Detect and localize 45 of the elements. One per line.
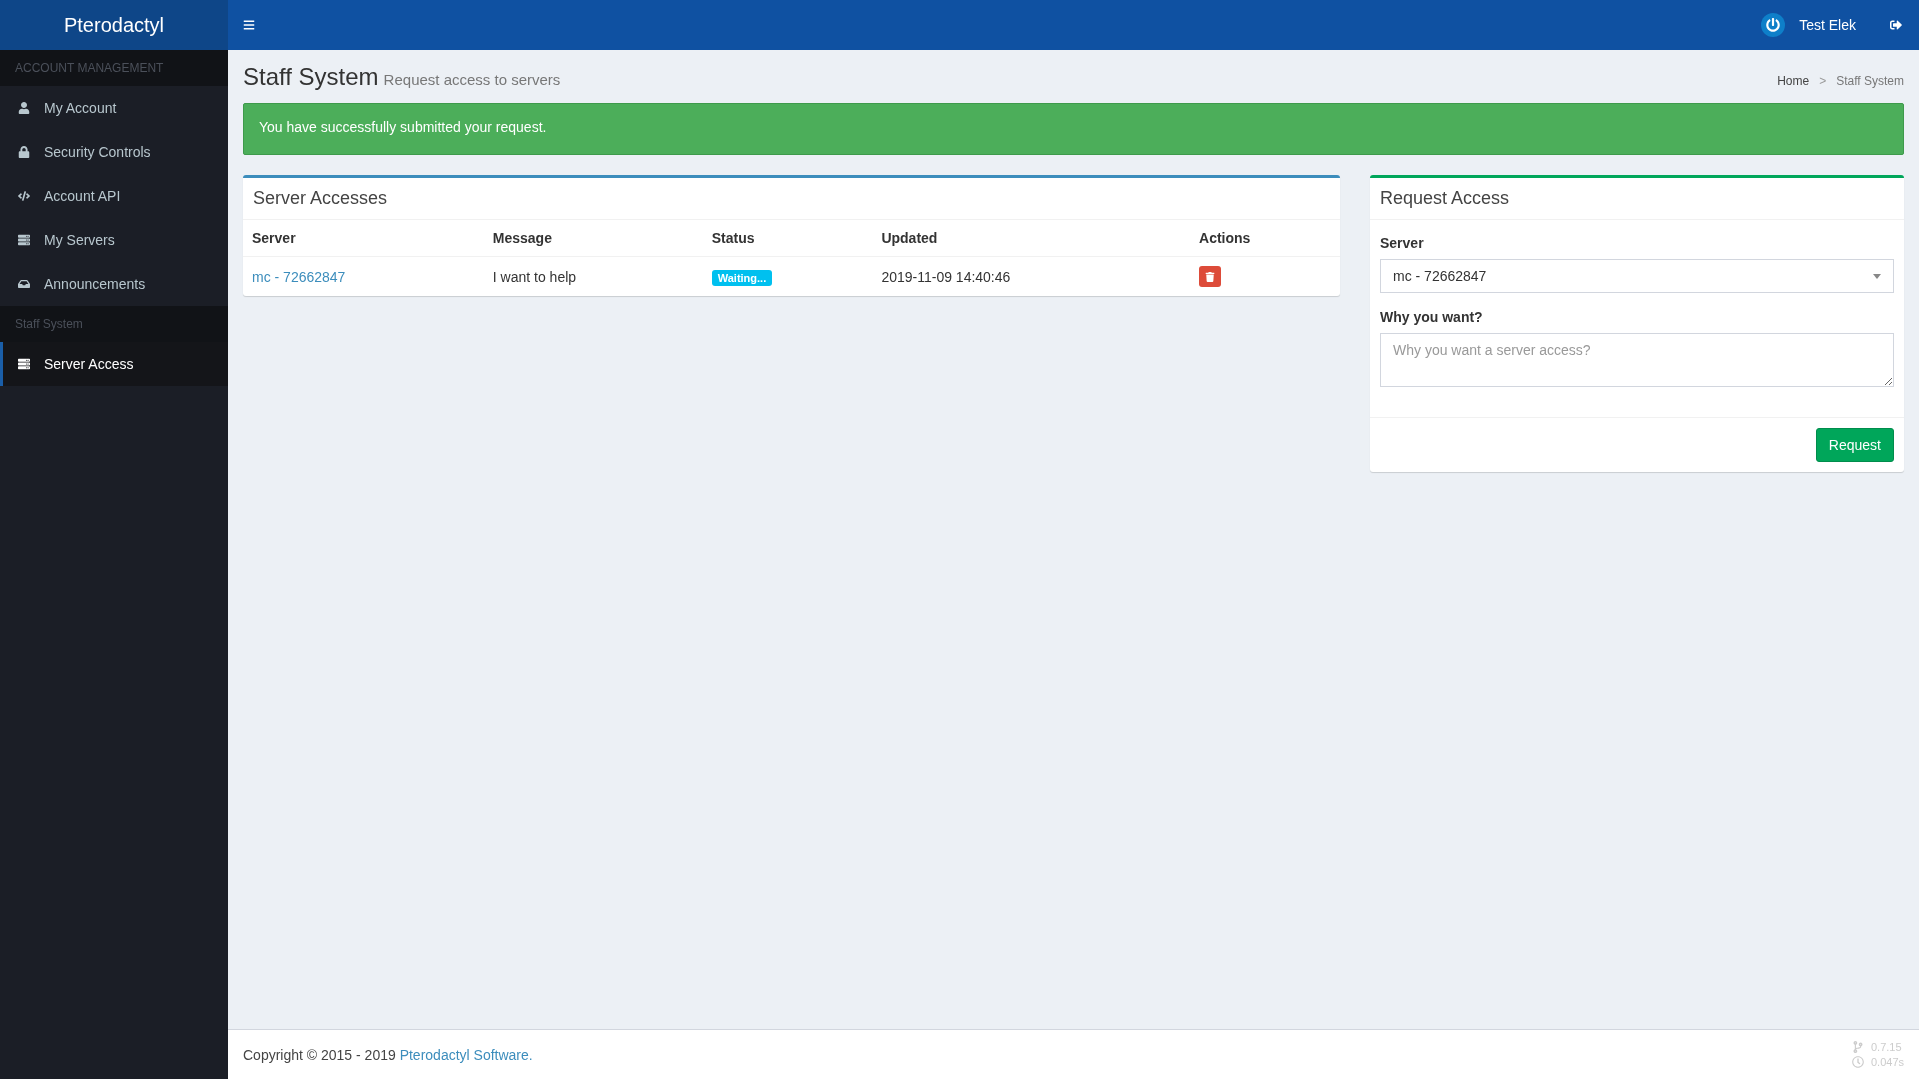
sidebar-item[interactable]: My Account	[0, 86, 228, 130]
power-icon	[1761, 13, 1786, 37]
breadcrumb-separator: >	[1819, 74, 1827, 88]
trash-icon	[1205, 271, 1216, 282]
inbox-icon	[18, 278, 32, 290]
table-cell: 2019-11-09 14:40:46	[872, 256, 1191, 296]
column-header: Message	[483, 220, 703, 257]
server-link[interactable]: mc - 72662847	[252, 268, 346, 285]
code-icon	[18, 190, 32, 202]
breadcrumb-link[interactable]: Home	[1777, 74, 1810, 88]
column-header: Status	[702, 220, 873, 257]
server-icon	[18, 234, 32, 246]
sidebar-item[interactable]: Security Controls	[0, 130, 228, 174]
breadcrumb-link[interactable]: Staff System	[1836, 74, 1904, 88]
server-icon	[18, 358, 32, 370]
reason-field[interactable]: Why you want a server access?	[1380, 333, 1894, 387]
column-header: Updated	[872, 220, 1191, 257]
sidebar-item[interactable]: Account API	[0, 174, 228, 218]
panel-title: Request Access	[1370, 178, 1904, 220]
field-label: Why you want?	[1380, 309, 1484, 325]
server-select[interactable]: mc - 72662847	[1380, 259, 1894, 293]
field-label: Server	[1380, 235, 1425, 251]
copyright-text: Copyright © 2015 - 2019 Pterodactyl Software.	[243, 1046, 533, 1063]
panel-title: Server Accesses	[243, 178, 1340, 220]
sidebar-item[interactable]: Server Access	[0, 342, 228, 386]
clock-icon	[1851, 1056, 1866, 1068]
sidebar-section-header: ACCOUNT MANAGEMENT	[0, 50, 228, 86]
sidebar-item[interactable]: Announcements	[0, 262, 228, 306]
user-name[interactable]: Test Elek	[1799, 17, 1856, 33]
lock-icon	[18, 146, 32, 158]
table-cell: I want to help	[483, 256, 703, 296]
user-icon	[18, 102, 32, 114]
status-badge: Waiting...	[711, 269, 773, 286]
column-header: Actions	[1190, 220, 1340, 257]
column-header: Server	[243, 220, 484, 257]
sidebar-item[interactable]: My Servers	[0, 218, 228, 262]
menu-icon[interactable]	[243, 19, 257, 31]
page-subtitle: Request access to servers	[383, 71, 561, 88]
footer-link[interactable]: Pterodactyl Software.	[399, 1046, 533, 1063]
page-title: Staff System Request access to servers	[243, 63, 561, 91]
brand-logo[interactable]: Pterodactyl	[0, 0, 228, 50]
success-alert: You have successfully submitted your request.	[243, 103, 1904, 155]
delete-button[interactable]	[1199, 266, 1222, 287]
sign-out-icon[interactable]	[1890, 19, 1904, 31]
sidebar-section-header: Staff System	[0, 306, 228, 342]
